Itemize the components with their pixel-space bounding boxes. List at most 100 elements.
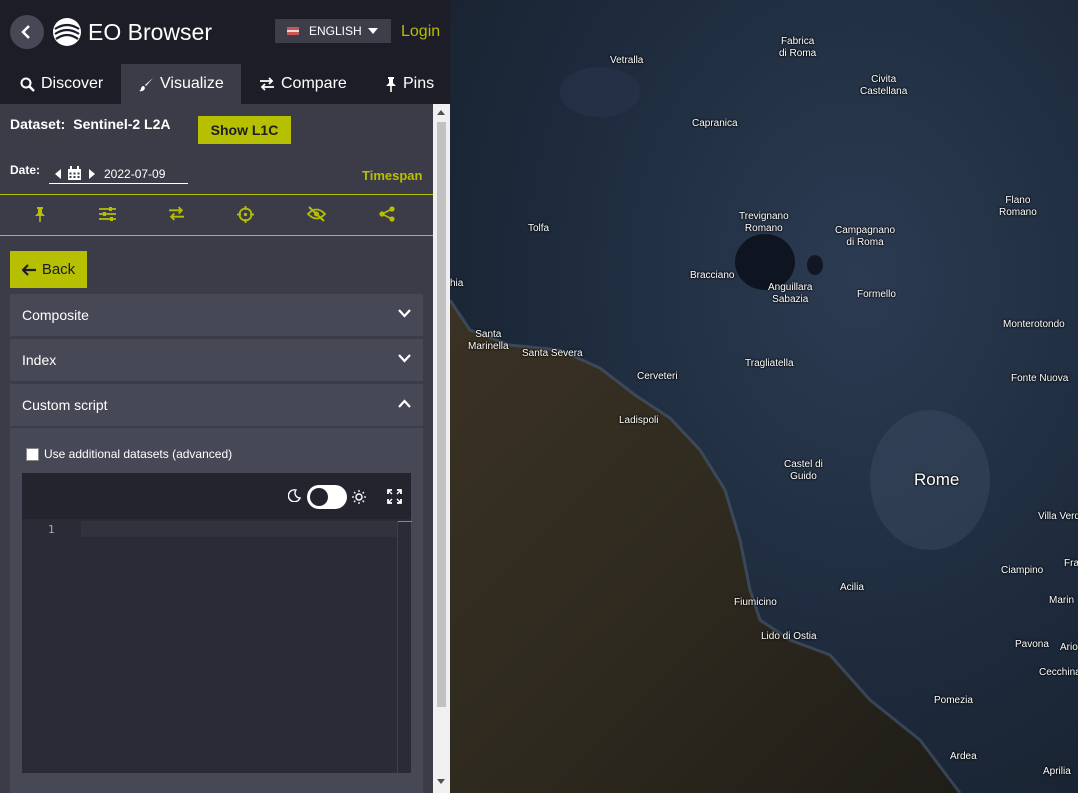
caret-left-icon[interactable] <box>55 168 61 179</box>
sun-icon <box>352 490 366 504</box>
place-label: Ciampino <box>1001 565 1043 577</box>
place-name: Marin <box>1049 595 1075 606</box>
crosshair-icon[interactable] <box>237 206 254 223</box>
place-name: Cerveteri <box>637 371 678 382</box>
place-label: Cecchina <box>1039 667 1078 679</box>
place-name: Tolfa <box>528 223 550 234</box>
sidebar: EO Browser ENGLISH Login Discover Visual… <box>0 0 450 793</box>
place-label: Anguillara Sabazia <box>768 282 812 306</box>
place-label: Formello <box>857 289 896 301</box>
pin-icon[interactable] <box>34 206 46 222</box>
place-name: Santa Severa <box>522 348 583 359</box>
main-tabs: Discover Visualize Compare Pins <box>0 64 450 104</box>
place-label: Trevignano Romano <box>739 211 789 235</box>
place-label: Santa Marinella <box>468 329 509 353</box>
login-link[interactable]: Login <box>401 23 440 41</box>
place-label: Ladispoli <box>619 415 658 427</box>
place-label: Lido di Ostia <box>761 631 817 643</box>
place-label: Santa Severa <box>522 348 583 360</box>
place-label: Fiumicino <box>734 597 777 609</box>
tab-label: Visualize <box>160 75 224 92</box>
place-label: Fonte Nuova <box>1011 373 1068 385</box>
additional-datasets-option[interactable]: Use additional datasets (advanced) <box>26 447 232 461</box>
place-name: Fiumicino <box>734 597 777 608</box>
eye-slash-icon[interactable] <box>306 206 327 222</box>
place-name: Flano Romano <box>999 195 1037 218</box>
place-name: Ardea <box>950 751 977 762</box>
place-label: Fra <box>1064 558 1078 570</box>
date-label: Date: <box>10 163 41 177</box>
place-name: Pavona <box>1015 639 1049 650</box>
place-label: Ardea <box>950 751 977 763</box>
place-label: Villa Verd <box>1038 511 1078 523</box>
accordion-title: Custom script <box>22 397 108 413</box>
map-view[interactable]: Fabrica di Roma Vetralla Civita Castella… <box>450 0 1078 793</box>
place-name: Capranica <box>692 118 738 129</box>
tab-discover[interactable]: Discover <box>0 64 121 104</box>
place-name: Vetralla <box>610 55 644 66</box>
accordion-title: Index <box>22 352 57 368</box>
accordion-composite[interactable]: Composite <box>10 294 423 336</box>
scroll-up-arrow[interactable] <box>437 110 445 115</box>
scrollbar-thumb[interactable] <box>437 122 446 707</box>
editor-scrollbar[interactable] <box>397 521 412 773</box>
expand-icon[interactable] <box>387 489 402 504</box>
language-label: ENGLISH <box>309 24 362 38</box>
place-name: Ario <box>1060 642 1078 653</box>
tab-pins[interactable]: Pins <box>365 64 450 104</box>
line-number: 1 <box>48 523 55 536</box>
timespan-link[interactable]: Timespan <box>362 168 422 183</box>
eo-logo-icon <box>53 18 81 46</box>
collapse-sidebar-button[interactable] <box>10 15 44 49</box>
accordion-custom-script[interactable]: Custom script <box>10 384 423 426</box>
place-name: Santa Marinella <box>468 329 509 352</box>
calendar-icon[interactable] <box>67 166 82 181</box>
pin-icon <box>386 77 396 92</box>
place-name: Pomezia <box>934 695 973 706</box>
place-name: hia <box>450 278 464 289</box>
moon-icon <box>288 489 301 502</box>
layer-toolbar <box>0 194 433 236</box>
place-name: Ladispoli <box>619 415 659 426</box>
accordion-index[interactable]: Index <box>10 339 423 381</box>
scroll-down-arrow[interactable] <box>437 779 445 784</box>
place-label: Bracciano <box>690 270 734 282</box>
tab-visualize[interactable]: Visualize <box>121 64 241 104</box>
place-label: Rome <box>914 470 959 490</box>
additional-datasets-checkbox[interactable] <box>26 447 39 461</box>
back-button[interactable]: Back <box>10 251 87 288</box>
place-name: Monterotondo <box>1003 319 1065 330</box>
place-name: Fabrica di Roma <box>779 36 817 59</box>
place-label: Castel di Guido <box>784 459 823 483</box>
place-name: Aprilia <box>1043 766 1071 777</box>
language-selector[interactable]: ENGLISH <box>275 19 391 43</box>
tab-compare[interactable]: Compare <box>241 64 365 104</box>
share-icon[interactable] <box>379 206 395 222</box>
place-name: Formello <box>857 289 896 300</box>
caret-right-icon[interactable] <box>89 168 95 179</box>
sliders-icon[interactable] <box>99 206 116 222</box>
place-name: Tragliatella <box>745 358 794 369</box>
uk-flag-icon <box>287 27 299 35</box>
place-label: Monterotondo <box>1003 319 1065 331</box>
place-label: Tragliatella <box>745 358 794 370</box>
place-name: Anguillara Sabazia <box>768 282 813 305</box>
code-editor[interactable]: 1 <box>22 473 412 773</box>
top-bar: EO Browser ENGLISH Login <box>0 0 450 64</box>
place-label: Pavona <box>1015 639 1049 651</box>
app-logo[interactable]: EO Browser <box>52 17 212 47</box>
app-title: EO Browser <box>88 18 212 45</box>
caret-down-icon <box>368 28 378 34</box>
theme-toggle[interactable] <box>307 485 347 509</box>
place-label: Marin <box>1049 595 1074 607</box>
sidebar-scrollbar[interactable] <box>433 104 450 793</box>
chevron-down-icon <box>398 354 411 363</box>
search-icon <box>20 77 35 92</box>
place-name: Acilia <box>840 582 864 593</box>
place-name: Fra <box>1064 558 1078 569</box>
show-l1c-button[interactable]: Show L1C <box>198 116 291 144</box>
place-label: Ario <box>1060 642 1078 654</box>
date-picker[interactable]: 2022-07-09 <box>49 164 188 184</box>
exchange-icon[interactable] <box>168 206 185 221</box>
place-label: Fabrica di Roma <box>779 36 816 60</box>
